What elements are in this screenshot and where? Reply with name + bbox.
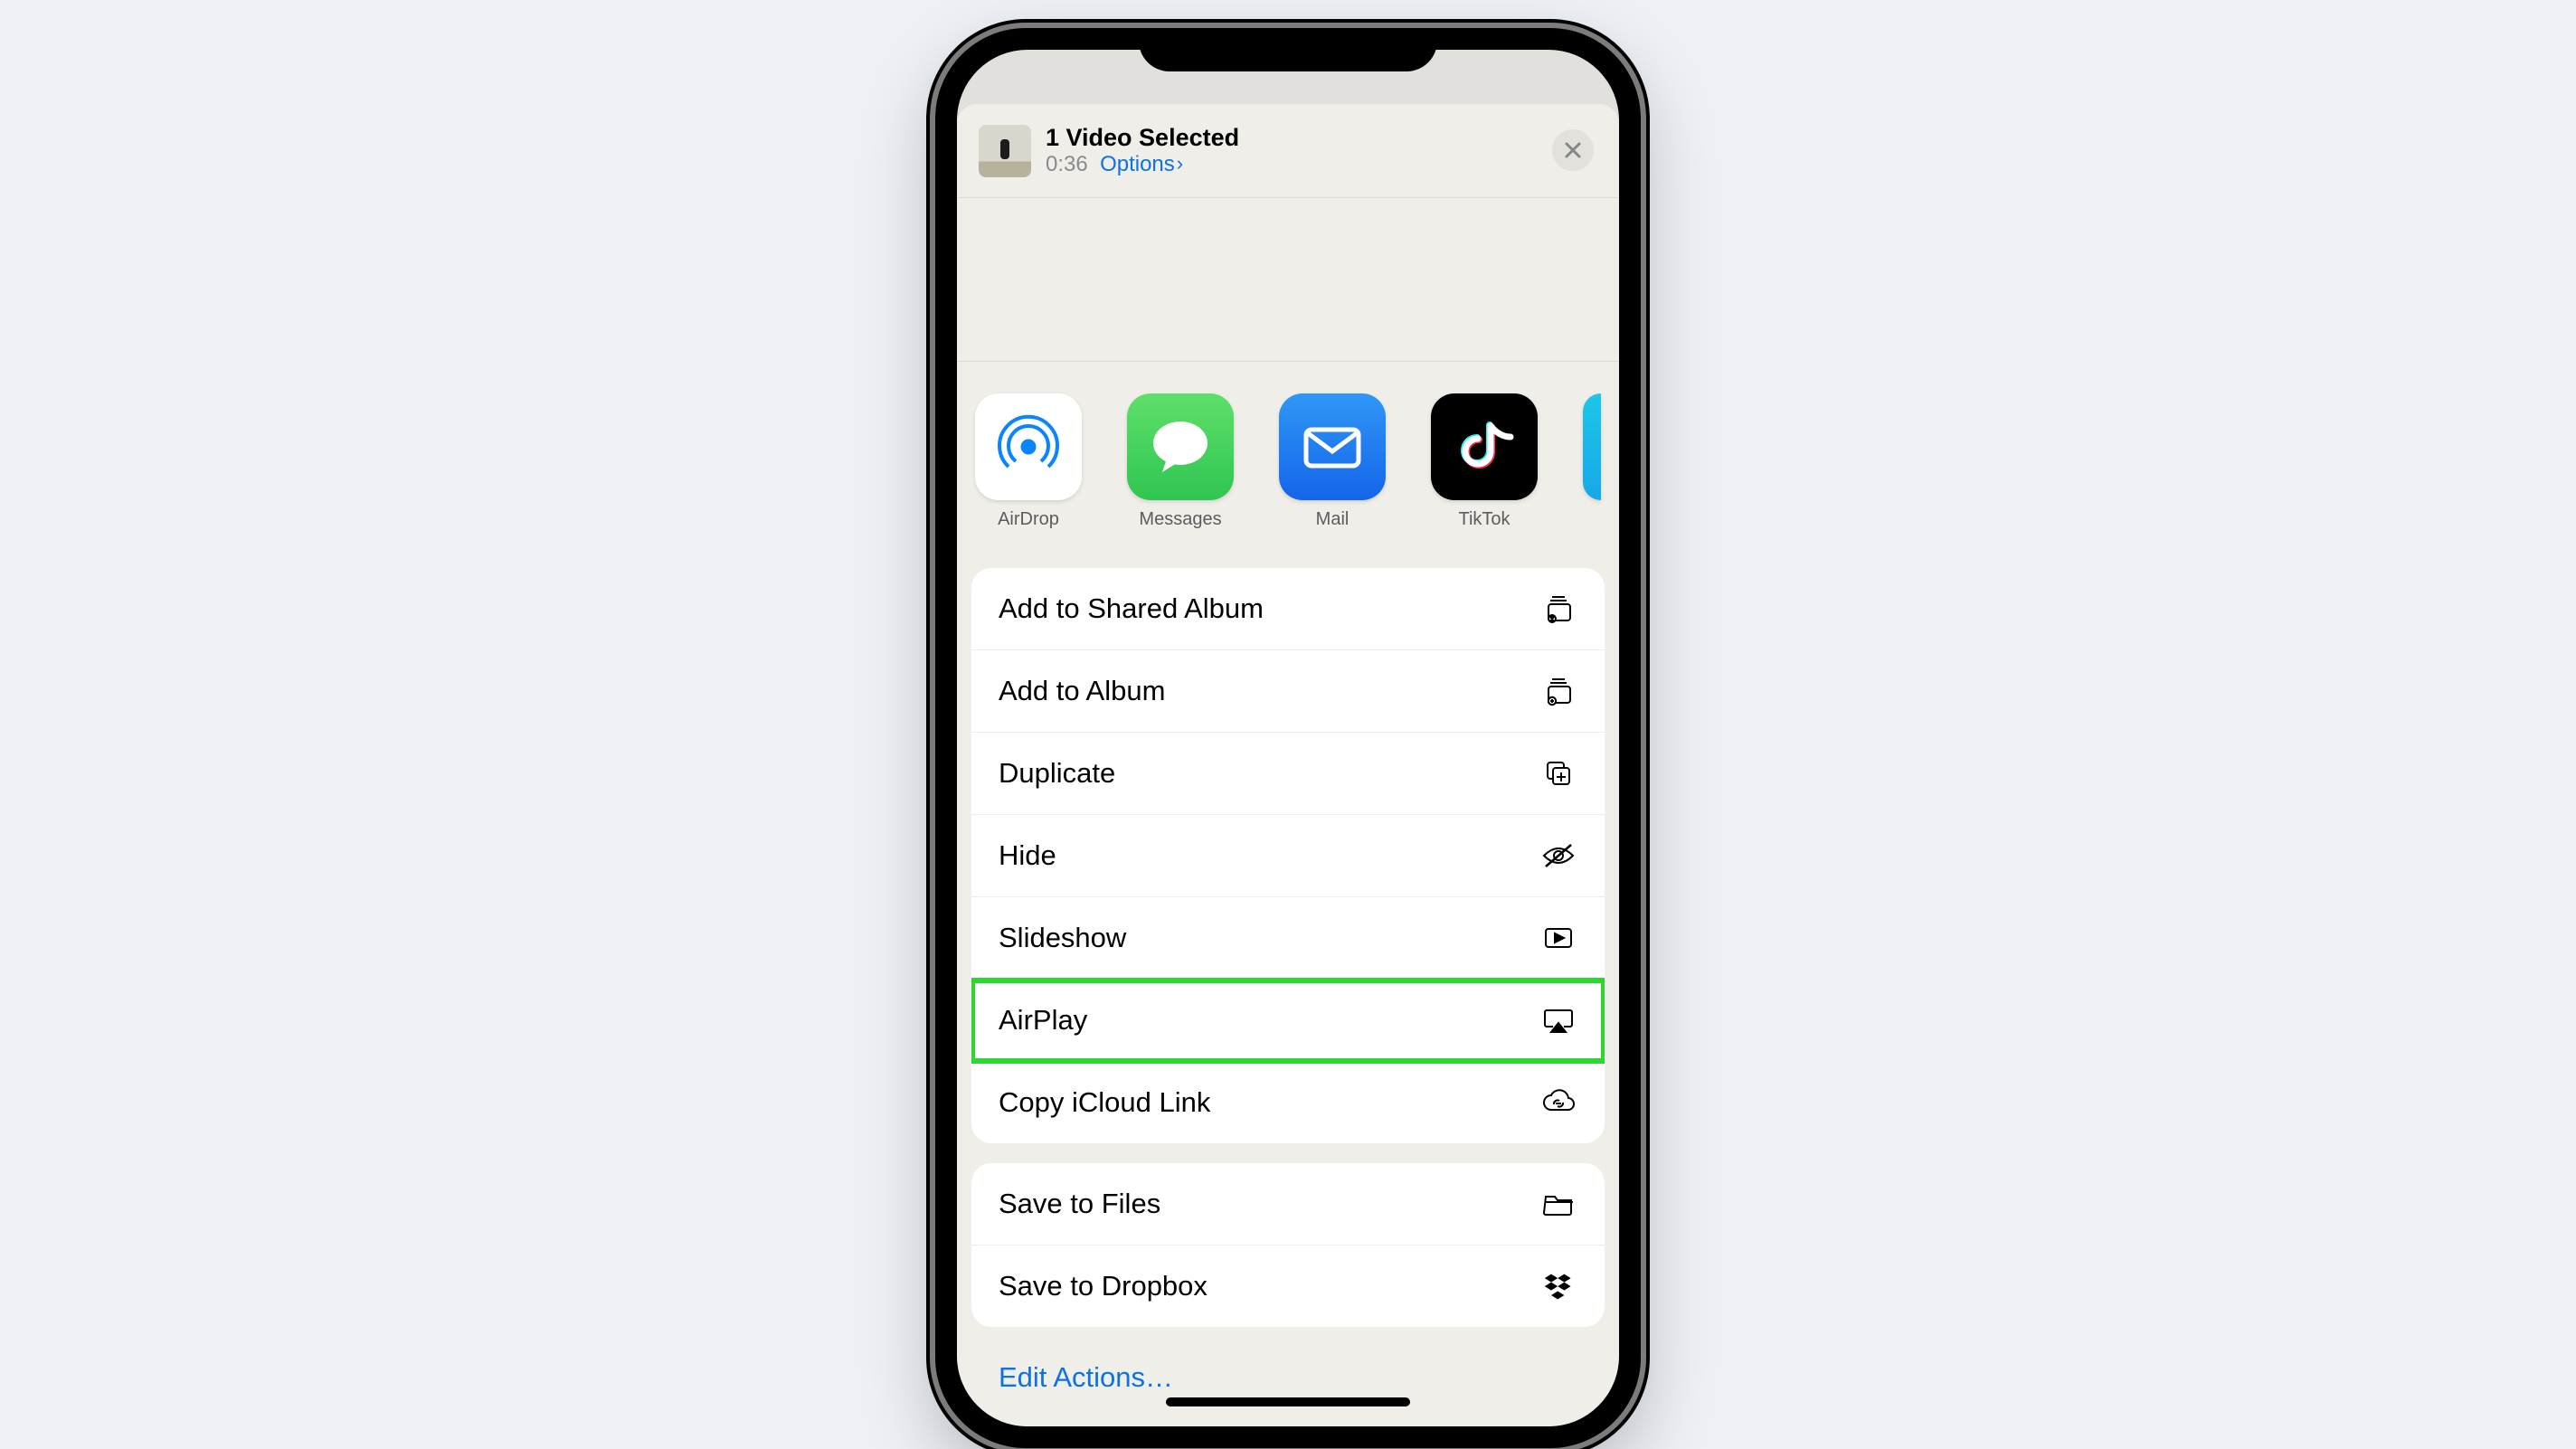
header-title: 1 Video Selected [1046,124,1239,152]
action-slideshow[interactable]: Slideshow [971,897,1605,980]
phone-frame: 1 Video Selected 0:36 Options› [935,28,1641,1448]
action-label: Hide [999,839,1056,872]
action-label: Save to Dropbox [999,1270,1208,1302]
airplay-icon [1539,1001,1577,1039]
share-app-more-peek[interactable] [1583,393,1601,500]
action-label: Duplicate [999,757,1115,790]
action-add-shared-album[interactable]: Add to Shared Album [971,568,1605,650]
share-app-tiktok[interactable]: TikTok [1431,393,1538,530]
action-label: AirPlay [999,1004,1087,1037]
share-apps-row[interactable]: AirDrop Messages [957,362,1619,548]
icloud-link-icon [1539,1084,1577,1122]
share-sheet: 1 Video Selected 0:36 Options› [957,104,1619,1426]
action-label: Add to Album [999,675,1165,707]
dropbox-icon [1539,1267,1577,1305]
action-hide[interactable]: Hide [971,815,1605,897]
action-add-album[interactable]: Add to Album [971,650,1605,733]
action-save-to-files[interactable]: Save to Files [971,1163,1605,1245]
phone-notch [1139,28,1437,71]
header-text: 1 Video Selected 0:36 Options› [1046,124,1239,177]
action-airplay[interactable]: AirPlay [971,980,1605,1062]
share-app-messages[interactable]: Messages [1127,393,1234,530]
share-actions: Add to Shared Album Add t [957,548,1619,1405]
share-app-label: AirDrop [998,509,1059,530]
hide-icon [1539,837,1577,875]
edit-actions-link[interactable]: Edit Actions… [971,1347,1605,1394]
tiktok-icon [1431,393,1538,500]
shared-album-icon [1539,590,1577,628]
mail-icon [1279,393,1386,500]
share-app-mail[interactable]: Mail [1279,393,1386,530]
share-app-label: Mail [1316,509,1350,530]
phone-screen: 1 Video Selected 0:36 Options› [957,50,1619,1426]
contacts-row-empty [957,198,1619,362]
slideshow-icon [1539,919,1577,957]
action-label: Copy iCloud Link [999,1086,1210,1119]
share-app-label: Messages [1139,509,1221,530]
header-duration: 0:36 [1046,152,1088,176]
header-subtitle: 0:36 Options› [1046,152,1239,177]
options-link[interactable]: Options [1100,152,1175,176]
duplicate-icon [1539,754,1577,792]
actions-card-2: Save to Files Save to Dropbox [971,1163,1605,1327]
folder-icon [1539,1185,1577,1223]
messages-icon [1127,393,1234,500]
home-indicator[interactable] [1166,1397,1410,1406]
share-app-label: TikTok [1458,509,1510,530]
action-copy-icloud-link[interactable]: Copy iCloud Link [971,1062,1605,1143]
close-icon [1563,140,1583,160]
action-duplicate[interactable]: Duplicate [971,733,1605,815]
airdrop-icon [975,393,1082,500]
album-icon [1539,672,1577,710]
content-thumbnail [979,125,1031,177]
action-save-to-dropbox[interactable]: Save to Dropbox [971,1245,1605,1327]
action-label: Save to Files [999,1188,1160,1220]
close-button[interactable] [1552,129,1594,171]
share-sheet-header: 1 Video Selected 0:36 Options› [957,104,1619,198]
action-label: Slideshow [999,922,1126,954]
action-label: Add to Shared Album [999,592,1264,625]
share-app-airdrop[interactable]: AirDrop [975,393,1082,530]
chevron-right-icon: › [1177,152,1183,175]
actions-card-1: Add to Shared Album Add t [971,568,1605,1143]
